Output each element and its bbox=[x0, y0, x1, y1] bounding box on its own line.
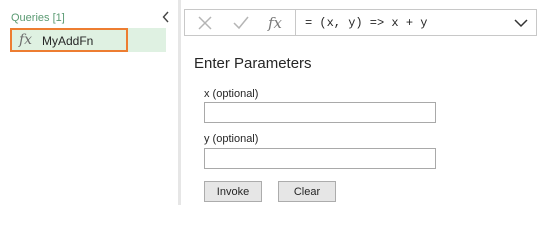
x-field-label: x (optional) bbox=[204, 88, 259, 100]
queries-header: Queries [1] bbox=[11, 12, 65, 24]
collapse-pane-button[interactable] bbox=[159, 9, 173, 25]
formula-bar-separator bbox=[295, 10, 296, 35]
fx-icon: fx bbox=[267, 13, 282, 32]
query-item-label: MyAddFn bbox=[42, 34, 94, 48]
checkmark-icon bbox=[233, 16, 249, 29]
y-field-label: y (optional) bbox=[204, 133, 259, 145]
expand-formula-button[interactable] bbox=[512, 14, 530, 32]
clear-button[interactable]: Clear bbox=[278, 181, 336, 202]
fx-function-icon: fx bbox=[19, 32, 33, 48]
y-field[interactable] bbox=[204, 148, 436, 169]
invoke-button[interactable]: Invoke bbox=[204, 181, 262, 202]
formula-input[interactable]: = (x, y) => x + y bbox=[305, 16, 427, 30]
page-title: Enter Parameters bbox=[194, 55, 312, 72]
queries-pane: Queries [1] fx MyAddFn bbox=[0, 0, 178, 205]
query-item-myaddfn[interactable]: fx MyAddFn bbox=[10, 28, 166, 52]
x-field[interactable] bbox=[204, 102, 436, 123]
formula-bar: fx = (x, y) => x + y bbox=[184, 9, 537, 36]
pane-divider[interactable] bbox=[178, 0, 181, 205]
cancel-formula-button[interactable] bbox=[193, 10, 217, 35]
chevron-left-icon bbox=[162, 11, 169, 23]
chevron-down-icon bbox=[514, 18, 528, 27]
close-icon bbox=[198, 15, 212, 30]
insert-function-button[interactable]: fx bbox=[263, 10, 287, 35]
commit-formula-button[interactable] bbox=[229, 10, 253, 35]
